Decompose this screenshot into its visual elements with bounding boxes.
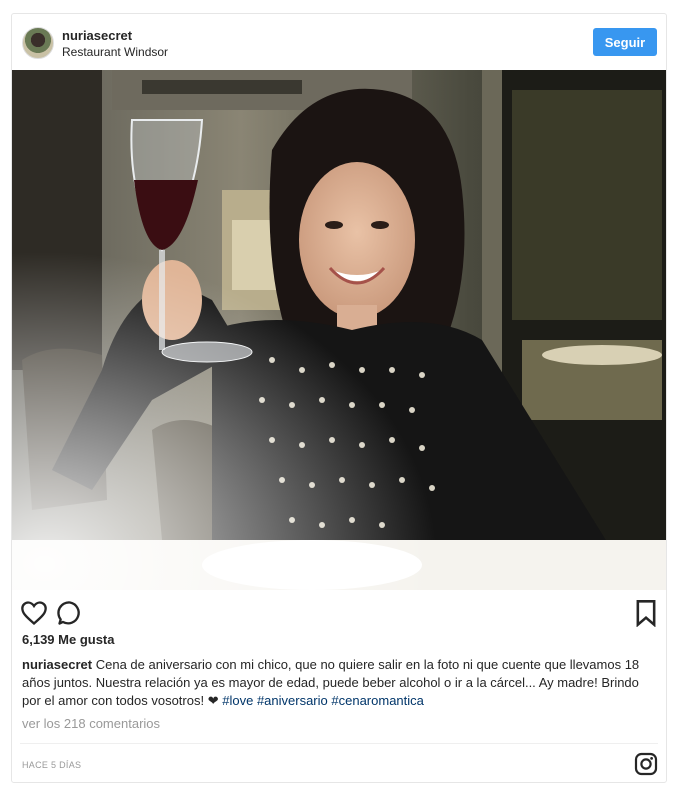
bookmark-icon[interactable] — [632, 599, 660, 627]
follow-button[interactable]: Seguir — [593, 28, 657, 56]
post-card: nuriasecret Restaurant Windsor Seguir 6,… — [11, 13, 667, 783]
hashtag-cenaromantica[interactable]: #cenaromantica — [331, 693, 424, 708]
instagram-logo-icon[interactable] — [634, 752, 658, 776]
avatar[interactable] — [22, 27, 54, 59]
comment-icon[interactable] — [56, 599, 84, 627]
caption-username[interactable]: nuriasecret — [22, 657, 92, 672]
username-link[interactable]: nuriasecret — [62, 28, 132, 43]
photo-illustration — [12, 70, 666, 590]
hashtag-aniversario[interactable]: #aniversario — [257, 693, 328, 708]
post-timestamp[interactable]: HACE 5 DÍAS — [22, 760, 81, 770]
post-caption: nuriasecret Cena de aniversario con mi c… — [22, 656, 658, 710]
post-header: nuriasecret Restaurant Windsor Seguir — [12, 14, 666, 70]
post-photo[interactable] — [12, 70, 666, 590]
view-comments-link[interactable]: ver los 218 comentarios — [22, 716, 160, 731]
location-link[interactable]: Restaurant Windsor — [62, 45, 168, 59]
footer-divider — [20, 743, 658, 744]
action-bar — [12, 590, 666, 636]
hashtag-love[interactable]: #love — [222, 693, 253, 708]
heart-icon[interactable] — [20, 599, 48, 627]
heart-emoji-icon: ❤ — [207, 693, 219, 708]
likes-count[interactable]: 6,139 Me gusta — [22, 632, 115, 647]
